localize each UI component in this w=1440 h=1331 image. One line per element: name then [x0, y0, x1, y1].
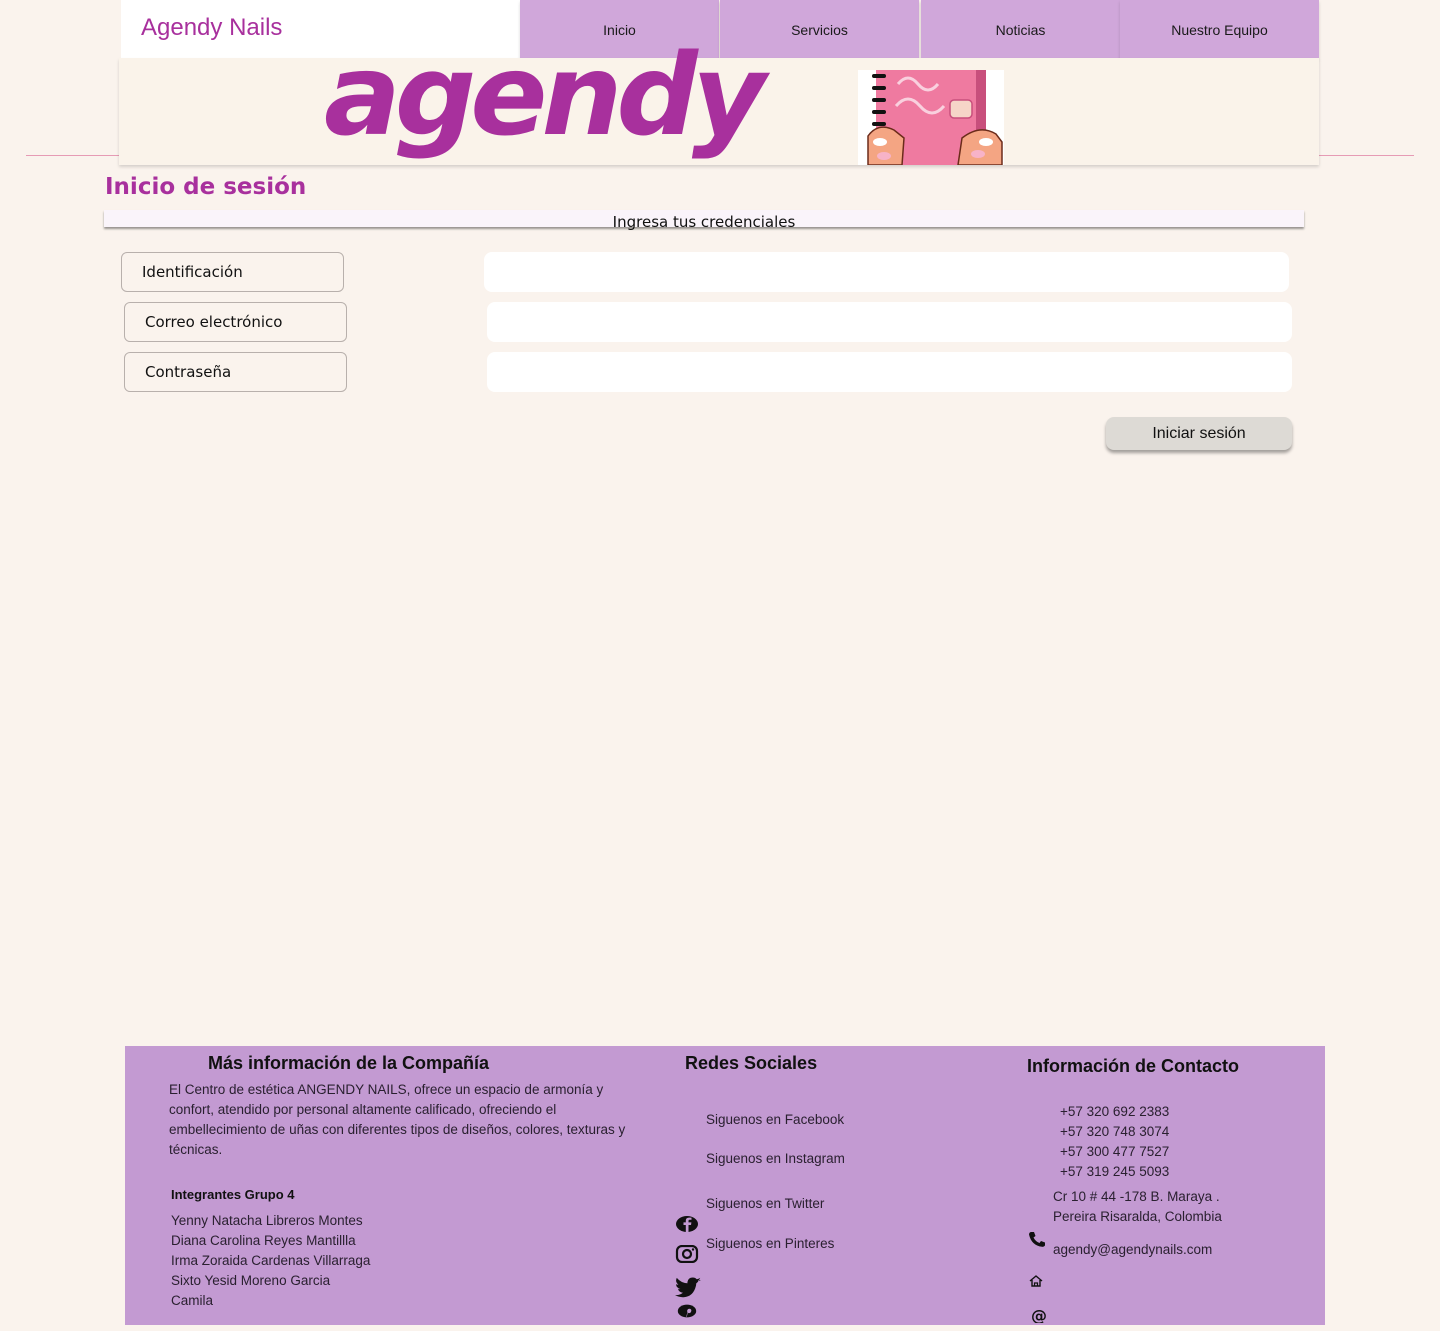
twitter-icon[interactable] — [675, 1276, 703, 1300]
address-line: Cr 10 # 44 -178 B. Maraya . — [1053, 1189, 1220, 1204]
team-member: Camila — [171, 1293, 214, 1308]
email-input[interactable] — [487, 302, 1292, 342]
facebook-icon[interactable] — [675, 1215, 699, 1233]
svg-text:agendy: agendy — [324, 31, 770, 161]
svg-text:@: @ — [1031, 1307, 1047, 1323]
agendy-logo: agendy — [324, 31, 776, 161]
team-member: Diana Carolina Reyes Mantillla — [171, 1233, 356, 1248]
at-sign-icon: @ — [1031, 1307, 1047, 1323]
page-title: Inicio de sesión — [105, 174, 307, 200]
pinterest-link[interactable]: Siguenos en Pinteres — [706, 1236, 834, 1251]
team-member: Yenny Natacha Libreros Montes — [171, 1213, 363, 1228]
twitter-link[interactable]: Siguenos en Twitter — [706, 1196, 824, 1211]
nav-nuestro-equipo[interactable]: Nuestro Equipo — [1120, 0, 1319, 59]
team-title: Integrantes Grupo 4 — [171, 1187, 295, 1202]
company-description: El Centro de estética ANGENDY NAILS, ofr… — [169, 1082, 626, 1157]
notebook-logo-image — [858, 70, 1004, 165]
company-info-title: Más información de la Compañía — [208, 1053, 490, 1073]
brand-name[interactable]: Agendy Nails — [141, 14, 282, 42]
pinterest-icon[interactable] — [677, 1304, 697, 1318]
contact-title: Información de Contacto — [1027, 1056, 1240, 1076]
credentials-subtitle: Ingresa tus credenciales — [612, 213, 796, 231]
divider-right — [1319, 155, 1414, 156]
address-line: Pereira Risaralda, Colombia — [1053, 1209, 1222, 1224]
phone-number[interactable]: +57 320 748 3074 — [1060, 1122, 1169, 1142]
phone-number[interactable]: +57 300 477 7527 — [1060, 1142, 1169, 1162]
phone-icon — [1029, 1232, 1045, 1247]
team-member: Irma Zoraida Cardenas Villarraga — [171, 1253, 371, 1268]
phone-number[interactable]: +57 319 245 5093 — [1060, 1162, 1169, 1182]
instagram-link[interactable]: Siguenos en Instagram — [706, 1151, 845, 1166]
footer: Más información de la Compañía El Centro… — [125, 1046, 1325, 1325]
social-title: Redes Sociales — [685, 1053, 818, 1073]
login-button[interactable]: Iniciar sesión — [1106, 417, 1292, 450]
credentials-bar: Ingresa tus credenciales — [104, 210, 1304, 231]
divider-left — [26, 155, 119, 156]
correo-label: Correo electrónico — [124, 302, 347, 342]
identificacion-label: Identificación — [121, 252, 344, 292]
phone-number[interactable]: +57 320 692 2383 — [1060, 1102, 1169, 1122]
team-member: Sixto Yesid Moreno Garcia — [171, 1273, 331, 1288]
nav-noticias[interactable]: Noticias — [921, 0, 1120, 59]
home-icon — [1029, 1275, 1043, 1287]
facebook-link[interactable]: Siguenos en Facebook — [706, 1112, 844, 1127]
identificacion-input[interactable] — [484, 252, 1289, 292]
contrasena-label: Contraseña — [124, 352, 347, 392]
email-link[interactable]: agendy@agendynails.com — [1053, 1240, 1212, 1260]
instagram-icon[interactable] — [675, 1245, 699, 1263]
password-input[interactable] — [487, 352, 1292, 392]
banner: agendy — [119, 31, 1319, 165]
